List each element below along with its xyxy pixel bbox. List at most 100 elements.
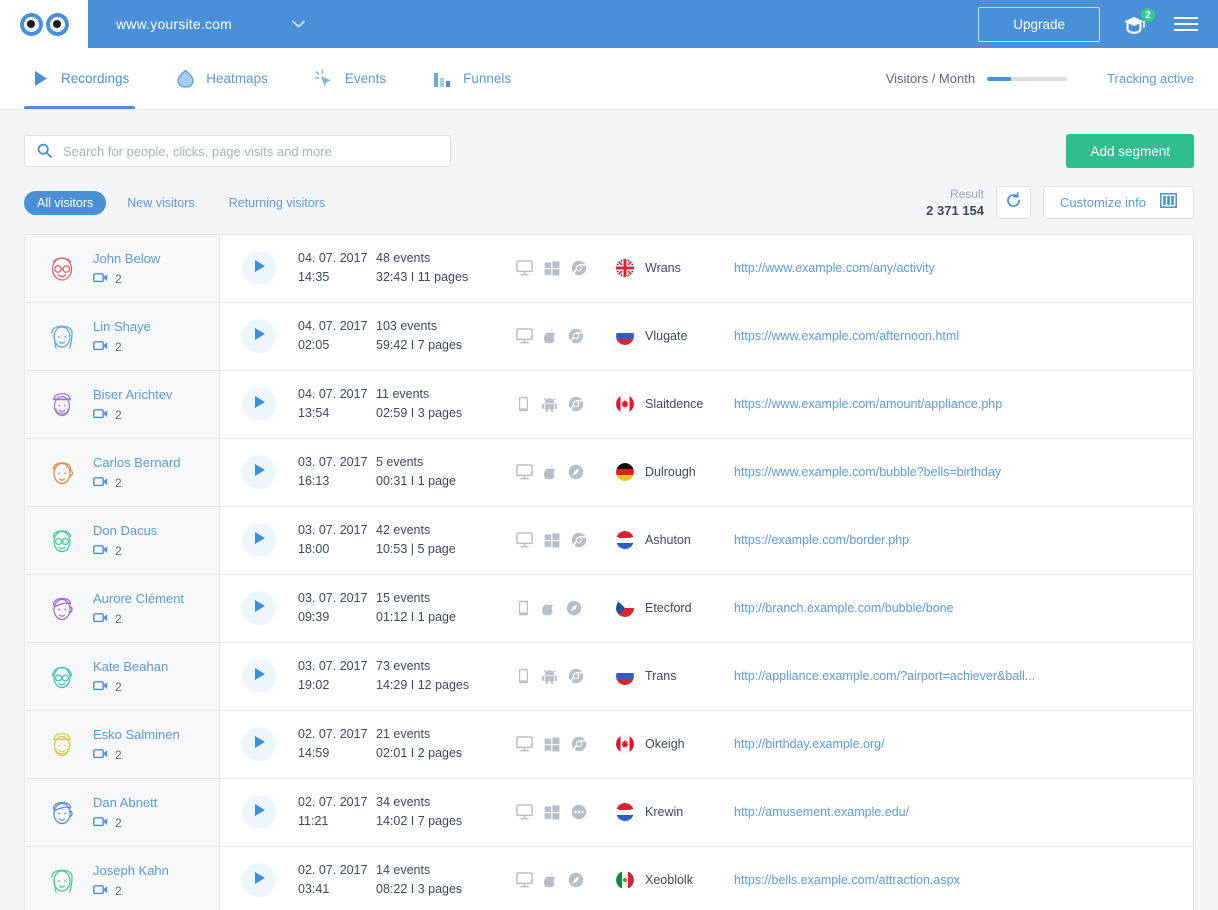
device-cell	[516, 872, 616, 888]
table-row[interactable]: Kate Beahan 2 03. 07. 2017 19:02 73 even…	[25, 642, 1193, 711]
person-name[interactable]: Dan Abnett	[93, 795, 157, 810]
add-segment-button[interactable]: Add segment	[1066, 134, 1194, 168]
page-url-link[interactable]: https://example.com/border.php	[734, 533, 909, 547]
page-url-link[interactable]: http://birthday.example.org/	[734, 737, 885, 751]
person-name[interactable]: Kate Beahan	[93, 659, 168, 674]
app-logo[interactable]	[0, 0, 88, 48]
person-name[interactable]: Don Dacus	[93, 523, 157, 538]
refresh-button[interactable]	[996, 186, 1032, 220]
play-icon	[253, 871, 266, 890]
table-row[interactable]: Joseph Kahn 2 02. 07. 2017 03:41 14 even…	[25, 846, 1193, 910]
hamburger-menu-icon[interactable]	[1174, 13, 1198, 35]
play-button[interactable]	[242, 863, 276, 898]
person-cell[interactable]: Joseph Kahn 2	[25, 846, 220, 910]
safari-icon	[568, 872, 584, 888]
date-cell: 03. 07. 2017 18:00	[298, 521, 376, 560]
graduation-cap-icon[interactable]: 2	[1122, 8, 1155, 37]
visitor-filter-chips: All visitors New visitors Returning visi…	[24, 190, 339, 215]
country-cell: Okeigh	[616, 735, 734, 754]
search-input[interactable]	[24, 135, 451, 167]
date-value: 03. 07. 2017	[298, 522, 368, 537]
page-url-link[interactable]: https://www.example.com/amount/appliance…	[734, 397, 1002, 411]
page-url-link[interactable]: https://www.example.com/afternoon.html	[734, 329, 959, 343]
play-button[interactable]	[242, 727, 276, 762]
page-url-link[interactable]: http://appliance.example.com/?airport=ac…	[734, 669, 1035, 683]
duration-pages: 14:29 I 12 pages	[376, 678, 470, 693]
person-name[interactable]: Biser Arichtev	[93, 387, 172, 402]
tracking-status[interactable]: Tracking active	[1107, 71, 1194, 86]
recordings-count-wrap: 2	[93, 476, 180, 490]
recordings-count-wrap: 2	[93, 748, 180, 762]
customize-info-button[interactable]: Customize info	[1043, 186, 1194, 220]
bar-chart-icon	[432, 69, 452, 89]
person-cell[interactable]: Lin Shaye 2	[25, 302, 220, 370]
person-cell[interactable]: Carlos Bernard 2	[25, 438, 220, 506]
more-dots-icon	[571, 804, 587, 820]
play-button[interactable]	[242, 387, 276, 422]
person-name[interactable]: Lin Shaye	[93, 319, 151, 334]
filter-chip-all-visitors[interactable]: All visitors	[24, 190, 107, 215]
video-camera-icon	[93, 748, 108, 762]
play-button[interactable]	[242, 523, 276, 558]
country-cell: Trans	[616, 667, 734, 686]
person-name[interactable]: Esko Salminen	[93, 727, 180, 742]
result-counter: Result 2 371 154	[926, 186, 984, 220]
tab-heatmaps[interactable]: Heatmaps	[169, 48, 274, 109]
page-url-link[interactable]: https://bells.example.com/attraction.asp…	[734, 873, 960, 887]
person-name[interactable]: Aurore Clément	[93, 591, 184, 606]
tab-recordings[interactable]: Recordings	[24, 48, 136, 109]
table-row[interactable]: Esko Salminen 2 02. 07. 2017 14:59 21 ev…	[25, 710, 1193, 779]
table-row[interactable]: Aurore Clément 2 03. 07. 2017 09:39 15 e…	[25, 574, 1193, 643]
person-cell[interactable]: Dan Abnett 2	[25, 778, 220, 846]
play-button[interactable]	[242, 251, 276, 286]
person-cell[interactable]: Don Dacus 2	[25, 506, 220, 574]
filter-chip-new-visitors[interactable]: New visitors	[114, 191, 207, 215]
tab-funnels[interactable]: Funnels	[426, 48, 517, 109]
person-cell[interactable]: Esko Salminen 2	[25, 710, 220, 778]
desktop-icon	[516, 328, 533, 344]
page-url-link[interactable]: http://www.example.com/any/activity	[734, 261, 935, 275]
search-icon	[37, 143, 52, 163]
duration-pages: 00:31 I 1 page	[376, 474, 456, 489]
page-url-link[interactable]: http://branch.example.com/bubble/bone	[734, 601, 954, 615]
play-button[interactable]	[242, 319, 276, 354]
table-row[interactable]: Don Dacus 2 03. 07. 2017 18:00 42 events…	[25, 506, 1193, 575]
play-cell	[220, 659, 298, 694]
play-cell	[220, 387, 298, 422]
recordings-count-wrap: 2	[93, 816, 157, 830]
play-button[interactable]	[242, 659, 276, 694]
page-url-link[interactable]: http://amusement.example.edu/	[734, 805, 909, 819]
person-cell[interactable]: John Below 2	[25, 234, 220, 302]
events-count: 42 events	[376, 522, 431, 537]
country-name: Okeigh	[645, 737, 685, 752]
time-value: 02:05	[298, 338, 330, 353]
date-value: 03. 07. 2017	[298, 658, 368, 673]
table-row[interactable]: Lin Shaye 2 04. 07. 2017 02:05 103 event…	[25, 302, 1193, 371]
apple-icon	[544, 328, 557, 344]
table-row[interactable]: John Below 2 04. 07. 2017 14:35 48 event…	[25, 234, 1193, 303]
recordings-count: 2	[115, 679, 122, 694]
table-row[interactable]: Biser Arichtev 2 04. 07. 2017 13:54 11 e…	[25, 370, 1193, 439]
date-cell: 04. 07. 2017 02:05	[298, 317, 376, 356]
person-name[interactable]: Joseph Kahn	[93, 863, 169, 878]
events-count: 48 events	[376, 250, 431, 265]
video-camera-icon	[93, 884, 108, 898]
table-row[interactable]: Dan Abnett 2 02. 07. 2017 11:21 34 event…	[25, 778, 1193, 847]
avatar	[45, 863, 79, 897]
play-button[interactable]	[242, 455, 276, 490]
tab-events[interactable]: Events	[308, 48, 392, 109]
recordings-count: 2	[115, 543, 122, 558]
recordings-count: 2	[115, 815, 122, 830]
person-name[interactable]: Carlos Bernard	[93, 455, 180, 470]
person-cell[interactable]: Aurore Clément 2	[25, 574, 220, 642]
person-cell[interactable]: Biser Arichtev 2	[25, 370, 220, 438]
play-button[interactable]	[242, 795, 276, 830]
play-button[interactable]	[242, 591, 276, 626]
table-row[interactable]: Carlos Bernard 2 03. 07. 2017 16:13 5 ev…	[25, 438, 1193, 507]
person-cell[interactable]: Kate Beahan 2	[25, 642, 220, 710]
upgrade-button[interactable]: Upgrade	[978, 6, 1100, 42]
filter-chip-returning-visitors[interactable]: Returning visitors	[216, 191, 339, 215]
person-name[interactable]: John Below	[93, 251, 160, 266]
chevron-down-icon[interactable]	[292, 18, 305, 30]
page-url-link[interactable]: https://www.example.com/bubble?bells=bir…	[734, 465, 1001, 479]
